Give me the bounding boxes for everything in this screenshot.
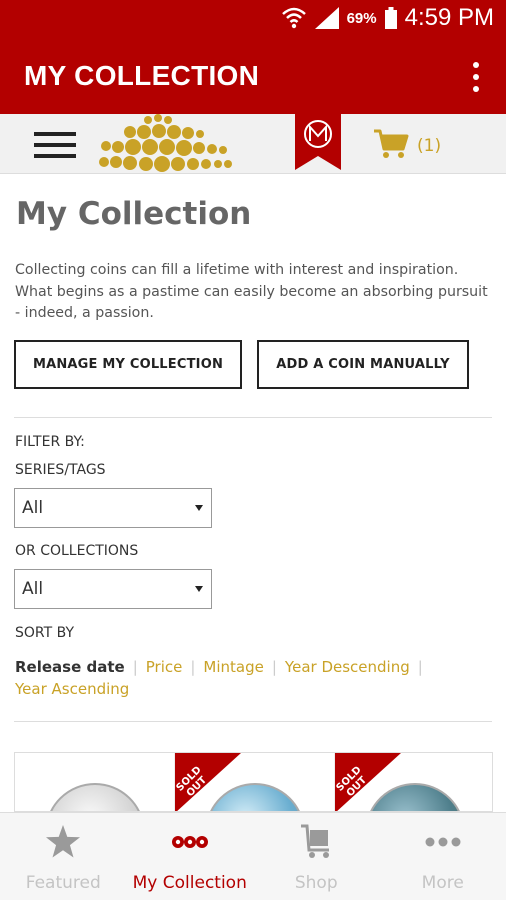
divider: [14, 417, 492, 418]
coin-card[interactable]: SOLDOUT: [334, 753, 492, 811]
status-bar: 69% 4:59 PM: [0, 0, 506, 38]
cart-icon: [299, 813, 333, 865]
nav-label: My Collection: [132, 873, 247, 893]
more-icon: [425, 813, 461, 865]
star-icon: [45, 813, 81, 865]
status-icons: 69% 4:59 PM: [281, 4, 494, 32]
mint-logo[interactable]: [96, 114, 236, 172]
battery-icon: [384, 7, 397, 29]
sort-mintage[interactable]: Mintage: [203, 656, 263, 678]
separator: |: [271, 658, 277, 676]
filter-by-label: FILTER BY:: [15, 434, 85, 450]
divider: [14, 721, 492, 722]
series-tags-label: SERIES/TAGS: [15, 462, 106, 478]
header-cart[interactable]: (1): [373, 128, 441, 164]
nav-label: More: [421, 873, 464, 893]
series-tags-select[interactable]: All: [14, 488, 212, 528]
nav-shop[interactable]: Shop: [253, 813, 380, 900]
coin-grid: SOLDOUT SOLDOUT: [14, 752, 493, 812]
overflow-menu-icon[interactable]: [466, 62, 486, 92]
coin-image: [45, 783, 145, 811]
nav-label: Shop: [294, 873, 338, 893]
separator: |: [190, 658, 196, 676]
nav-label: Featured: [25, 873, 101, 893]
collections-label: OR COLLECTIONS: [15, 543, 139, 559]
collections-select[interactable]: All: [14, 569, 212, 609]
coin-card[interactable]: [15, 753, 174, 811]
battery-percent: 69%: [346, 9, 377, 27]
site-header: (1): [0, 114, 506, 174]
coin-card[interactable]: SOLDOUT: [174, 753, 334, 811]
wifi-icon: [281, 6, 307, 30]
signal-icon: [314, 7, 339, 29]
app-bar-title: MY COLLECTION: [24, 60, 260, 91]
intro-text: Collecting coins can fill a lifetime wit…: [15, 262, 488, 321]
sort-options: Release date | Price | Mintage | Year Descendi…: [15, 656, 495, 700]
add-coin-button[interactable]: ADD A COIN MANUALLY: [257, 340, 469, 389]
hamburger-menu-icon[interactable]: [34, 132, 76, 158]
separator: |: [417, 658, 423, 676]
dropdown-arrow-icon: [195, 505, 203, 511]
nav-more[interactable]: More: [380, 813, 506, 900]
separator: |: [132, 658, 138, 676]
shopping-cart-icon: [373, 128, 409, 164]
page-title: My Collection: [16, 196, 252, 232]
bottom-nav: Featured My Collection Shop More: [0, 812, 506, 900]
nav-my-collection[interactable]: My Collection: [127, 813, 254, 900]
sort-year-descending[interactable]: Year Descending: [285, 656, 410, 678]
app-bar: MY COLLECTION: [0, 38, 506, 114]
dropdown-arrow-icon: [195, 586, 203, 592]
sort-price[interactable]: Price: [146, 656, 183, 678]
sold-out-badge: SOLDOUT: [334, 753, 401, 811]
my-collection-bookmark-icon[interactable]: [295, 114, 341, 170]
manage-collection-button[interactable]: MANAGE MY COLLECTION: [14, 340, 242, 389]
series-tags-value: All: [22, 498, 44, 518]
sort-year-ascending[interactable]: Year Ascending: [15, 678, 129, 700]
sort-release-date[interactable]: Release date: [15, 656, 125, 678]
collections-value: All: [22, 579, 44, 599]
cart-count: (1): [417, 136, 442, 156]
clock: 4:59 PM: [404, 4, 494, 31]
nav-featured[interactable]: Featured: [0, 813, 127, 900]
sort-by-label: SORT BY: [15, 625, 75, 641]
sold-out-badge: SOLDOUT: [174, 753, 241, 811]
collection-icon: [171, 813, 209, 865]
